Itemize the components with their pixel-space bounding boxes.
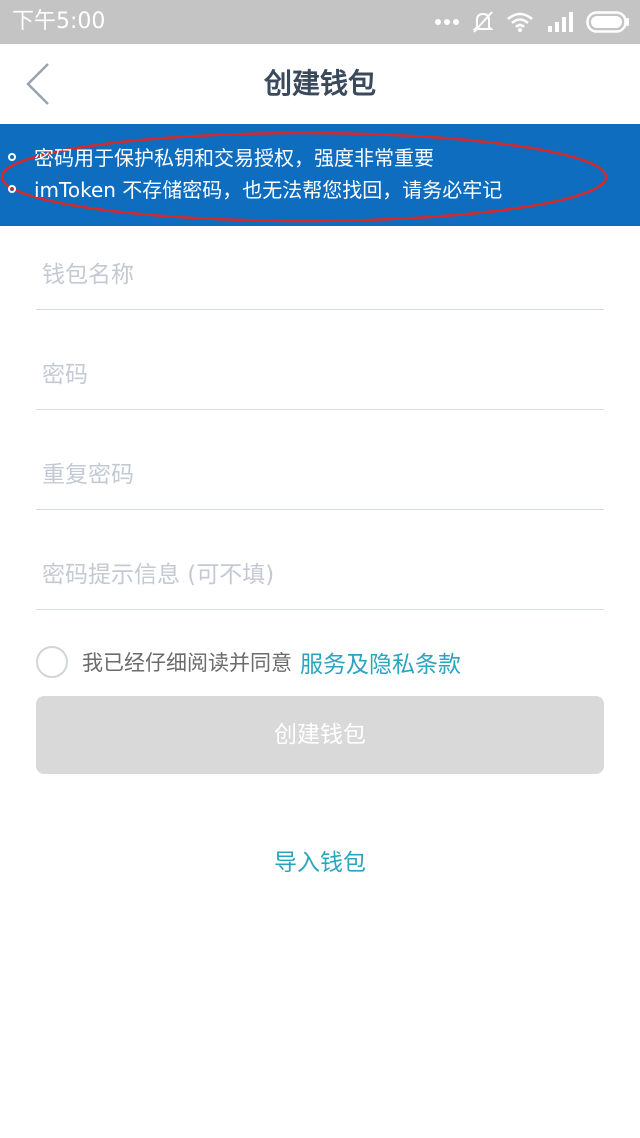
- bullet-icon: [8, 153, 16, 161]
- notice-item: 密码用于保护私钥和交易授权，强度非常重要: [8, 144, 434, 172]
- notice-item-text: 密码用于保护私钥和交易授权，强度非常重要: [34, 146, 434, 170]
- agreement-row: 我已经仔细阅读并同意 服务及隐私条款: [36, 644, 461, 680]
- terms-link[interactable]: 服务及隐私条款: [300, 645, 461, 679]
- back-button[interactable]: [18, 58, 68, 110]
- bullet-icon: [8, 185, 16, 193]
- wallet-name-field: [36, 210, 604, 310]
- agreement-text: 我已经仔细阅读并同意: [82, 651, 292, 675]
- notice-item-text: imToken 不存储密码，也无法帮您找回，请务必牢记: [34, 178, 503, 202]
- password-input[interactable]: [42, 355, 598, 395]
- status-time: 下午5:00: [12, 9, 106, 34]
- repeat-password-field: [36, 410, 604, 510]
- agreement-checkbox[interactable]: [36, 646, 68, 678]
- nav-bar: 创建钱包: [0, 44, 640, 124]
- password-field: [36, 310, 604, 410]
- wallet-name-input[interactable]: [42, 255, 598, 295]
- signal-icon: [548, 12, 573, 32]
- battery-icon: [586, 11, 629, 33]
- wifi-icon: [507, 12, 533, 32]
- repeat-password-input[interactable]: [42, 455, 598, 495]
- create-wallet-button[interactable]: 创建钱包: [36, 696, 604, 774]
- page-title: 创建钱包: [263, 67, 376, 100]
- notice-item: imToken 不存储密码，也无法帮您找回，请务必牢记: [8, 176, 503, 204]
- more-dots-icon: [435, 19, 459, 25]
- status-icons: [434, 8, 630, 36]
- status-bar: 下午5:00: [0, 0, 640, 44]
- import-wallet-link[interactable]: 导入钱包: [0, 846, 640, 880]
- password-hint-input[interactable]: [42, 555, 598, 595]
- password-hint-field: [36, 510, 604, 610]
- bell-off-icon: [472, 11, 494, 33]
- chevron-left-icon: [26, 63, 49, 105]
